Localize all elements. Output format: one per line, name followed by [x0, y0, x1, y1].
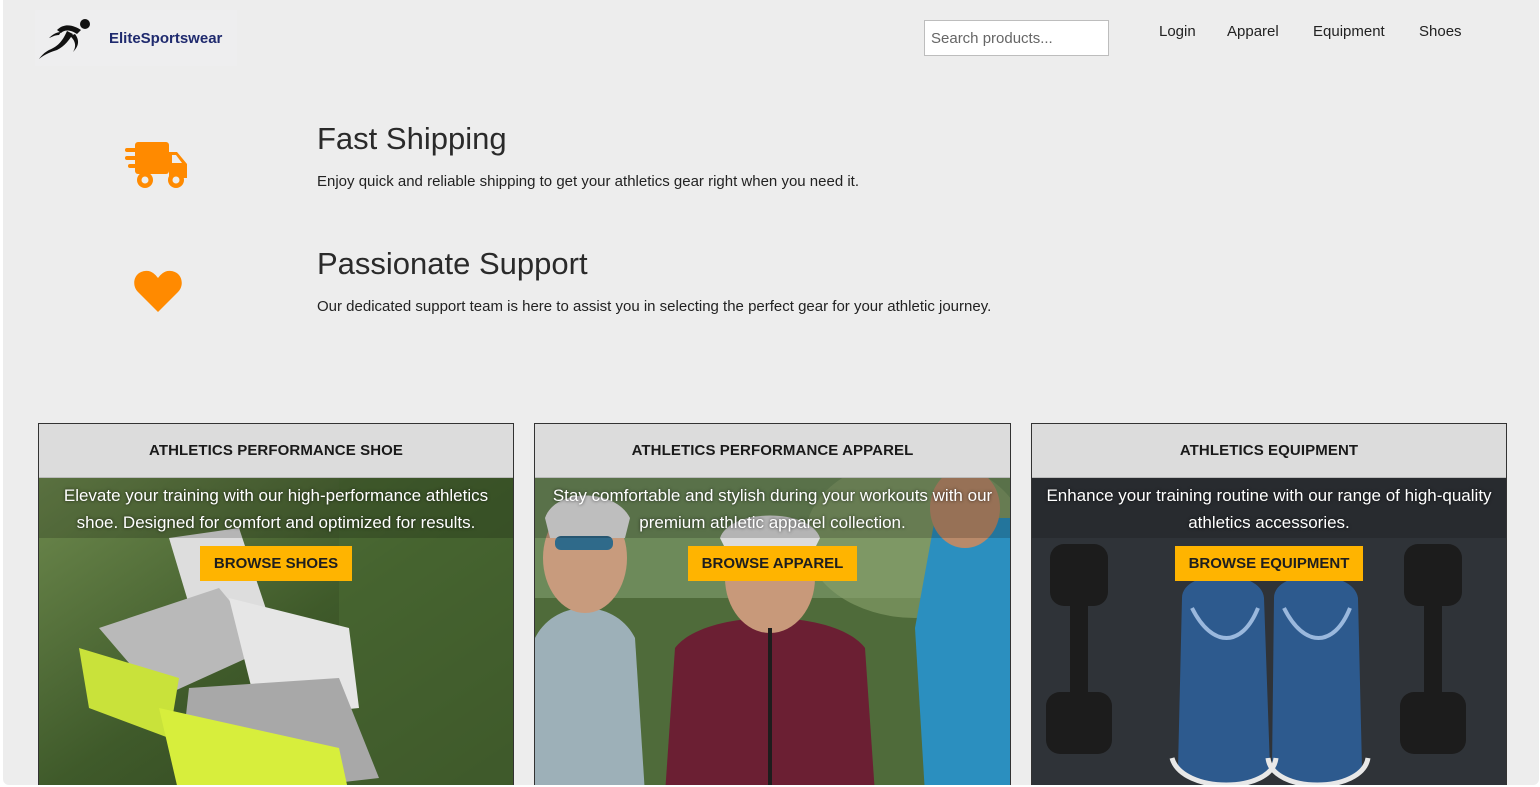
nav-apparel[interactable]: Apparel: [1227, 23, 1313, 40]
card-description: Stay comfortable and stylish during your…: [552, 486, 993, 532]
nav-shoes[interactable]: Shoes: [1419, 23, 1462, 40]
feature-text: Our dedicated support team is here to as…: [317, 298, 992, 315]
card-apparel: ATHLETICS PERFORMANCE APPAREL Stay comfo…: [534, 423, 1011, 785]
card-description: Enhance your training routine with our r…: [1046, 486, 1492, 532]
browse-apparel-button[interactable]: BROWSE APPAREL: [687, 546, 858, 581]
brand-name: EliteSportswear: [109, 29, 223, 47]
brand-logo[interactable]: EliteSportswear: [35, 10, 237, 66]
card-body: Stay comfortable and stylish during your…: [535, 478, 1010, 581]
feature-text: Enjoy quick and reliable shipping to get…: [317, 173, 859, 190]
main-nav: Login Apparel Equipment Shoes: [1159, 23, 1462, 40]
card-equipment: ATHLETICS EQUIPMENT Enhance your trainin…: [1031, 423, 1507, 785]
heart-icon: [134, 270, 182, 312]
card-description: Elevate your training with our high-perf…: [63, 486, 489, 532]
nav-equipment[interactable]: Equipment: [1313, 23, 1419, 40]
search-input[interactable]: [924, 20, 1109, 56]
truck-icon: [125, 142, 187, 188]
feature-title: Passionate Support: [317, 246, 588, 281]
card-shoes: ATHLETICS PERFORMANCE SHOE Elevate your …: [38, 423, 514, 785]
nav-login[interactable]: Login: [1159, 23, 1227, 40]
browse-equipment-button[interactable]: BROWSE EQUIPMENT: [1174, 546, 1364, 581]
card-body: Elevate your training with our high-perf…: [39, 478, 513, 581]
card-title: ATHLETICS PERFORMANCE APPAREL: [535, 424, 1010, 478]
card-title: ATHLETICS PERFORMANCE SHOE: [39, 424, 513, 478]
card-body: Enhance your training routine with our r…: [1032, 478, 1506, 581]
page: EliteSportswear Login Apparel Equipment …: [3, 0, 1539, 785]
feature-title: Fast Shipping: [317, 121, 507, 156]
runner-logo-icon: [39, 19, 90, 59]
browse-shoes-button[interactable]: BROWSE SHOES: [199, 546, 353, 581]
card-title: ATHLETICS EQUIPMENT: [1032, 424, 1506, 478]
